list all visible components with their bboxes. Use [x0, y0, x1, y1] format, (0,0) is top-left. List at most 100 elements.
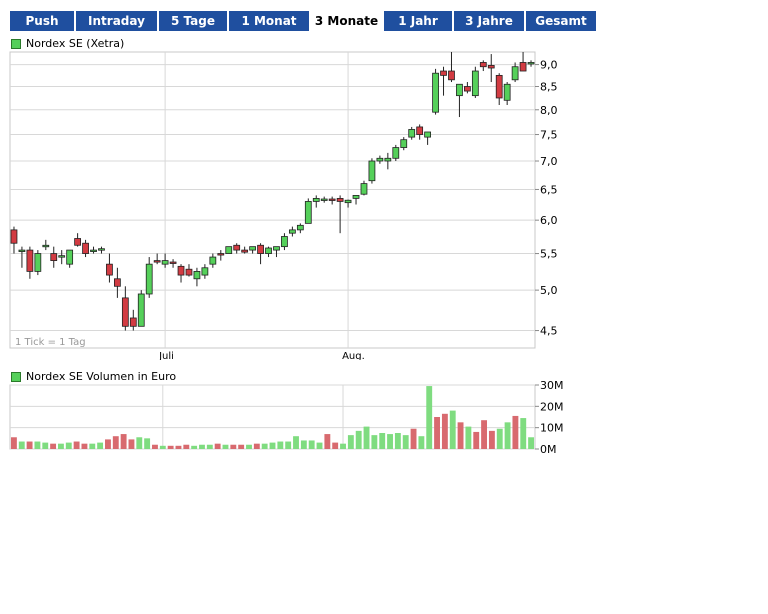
- volume-bar: [81, 443, 88, 449]
- volume-bar: [332, 442, 339, 449]
- candle-body: [296, 224, 304, 231]
- volume-bar: [340, 443, 346, 449]
- volume-tick-label: 0M: [540, 443, 557, 456]
- candle-body: [360, 183, 368, 195]
- volume-bar: [426, 386, 433, 449]
- volume-bar: [73, 441, 80, 449]
- price-tick-label: 9,0: [540, 59, 558, 72]
- volume-bar: [89, 443, 96, 449]
- candle-body: [495, 74, 503, 99]
- candle-body: [18, 249, 26, 252]
- candle-body: [74, 238, 81, 246]
- volume-tick-label: 30M: [540, 380, 564, 392]
- candle-body: [503, 83, 511, 101]
- volume-bar: [488, 430, 495, 449]
- candle: [225, 246, 233, 254]
- volume-bar: [285, 441, 292, 449]
- price-tick-label: 4,5: [540, 325, 558, 338]
- volume-bar: [277, 441, 284, 449]
- volume-bar: [324, 434, 331, 449]
- volume-bar: [418, 436, 425, 449]
- volume-bar: [10, 437, 17, 449]
- candle-body: [193, 271, 201, 280]
- candle-body: [249, 246, 256, 251]
- candle-body: [153, 260, 161, 263]
- candle: [137, 290, 145, 327]
- price-tick-label: 6,5: [540, 183, 558, 196]
- volume-bar: [520, 418, 527, 449]
- candle-body: [50, 253, 58, 261]
- volume-bar: [253, 443, 260, 449]
- volume-bar: [355, 430, 362, 449]
- volume-bar: [230, 444, 237, 449]
- volume-bar: [105, 439, 111, 449]
- candle: [471, 66, 479, 98]
- candle-body: [233, 244, 241, 251]
- candle-body: [257, 244, 264, 254]
- candle-body: [432, 72, 439, 113]
- candle-body: [352, 195, 360, 199]
- volume-bar: [18, 441, 25, 449]
- volume-bar: [167, 445, 174, 449]
- volume-bar: [238, 444, 245, 449]
- volume-bar: [473, 431, 480, 449]
- volume-bar: [387, 434, 393, 449]
- candle-body: [424, 131, 431, 138]
- volume-bar: [308, 440, 315, 449]
- volume-bar: [120, 434, 127, 449]
- candle-body: [527, 62, 535, 65]
- candle-body: [106, 263, 113, 276]
- candle-body: [137, 293, 145, 327]
- candle-body: [328, 198, 336, 201]
- volume-bar: [363, 426, 370, 449]
- volume-bar: [465, 426, 472, 449]
- candle-body: [90, 249, 97, 252]
- volume-bar: [128, 439, 135, 449]
- candle-body: [82, 242, 89, 254]
- candle-body: [519, 62, 527, 72]
- volume-bar: [144, 438, 151, 449]
- candle-body: [26, 249, 34, 272]
- candle-body: [487, 65, 495, 69]
- price-chart: 4,5 5,0 5,5 6,0 6,5 7,0 7,5 8,0 8,5 9,0 Juli Aug. 1 …: [9, 51, 558, 360]
- candle: [432, 68, 439, 115]
- volume-bar: [136, 437, 143, 449]
- candle-body: [511, 66, 519, 81]
- volume-bar: [97, 442, 104, 449]
- volume-bar: [214, 443, 221, 449]
- candle-body: [320, 198, 328, 201]
- price-tick-label: 5,0: [540, 284, 558, 297]
- volume-bar: [457, 422, 464, 449]
- volume-bar: [159, 445, 166, 449]
- volume-bar: [293, 436, 299, 449]
- candle-body: [145, 263, 153, 295]
- volume-bar: [152, 444, 158, 449]
- volume-bar: [300, 440, 307, 449]
- volume-bar: [34, 441, 41, 449]
- date-tick-label: Aug.: [342, 351, 365, 360]
- candle-body: [392, 147, 400, 159]
- volume-plot-frame: [9, 384, 536, 450]
- candle-body: [344, 199, 352, 204]
- candle-body: [169, 261, 177, 264]
- price-tick-label: 8,5: [540, 81, 558, 94]
- volume-bar: [481, 420, 488, 449]
- candle-body: [471, 70, 479, 97]
- candle-body: [177, 265, 185, 276]
- volume-bar: [379, 433, 386, 449]
- candle: [34, 250, 42, 276]
- candle-body: [225, 246, 233, 254]
- candle-body: [273, 246, 280, 251]
- volume-bar: [222, 444, 229, 449]
- candle-body: [98, 248, 105, 251]
- candle-body: [265, 247, 272, 254]
- volume-bar: [175, 445, 182, 449]
- candle-body: [281, 236, 288, 248]
- candle-body: [209, 256, 217, 265]
- candle-body: [241, 249, 249, 253]
- candle-body: [10, 229, 18, 244]
- candle-body: [34, 253, 42, 272]
- volume-bar: [441, 413, 448, 449]
- candle-body: [114, 278, 121, 287]
- candle-body: [448, 70, 455, 81]
